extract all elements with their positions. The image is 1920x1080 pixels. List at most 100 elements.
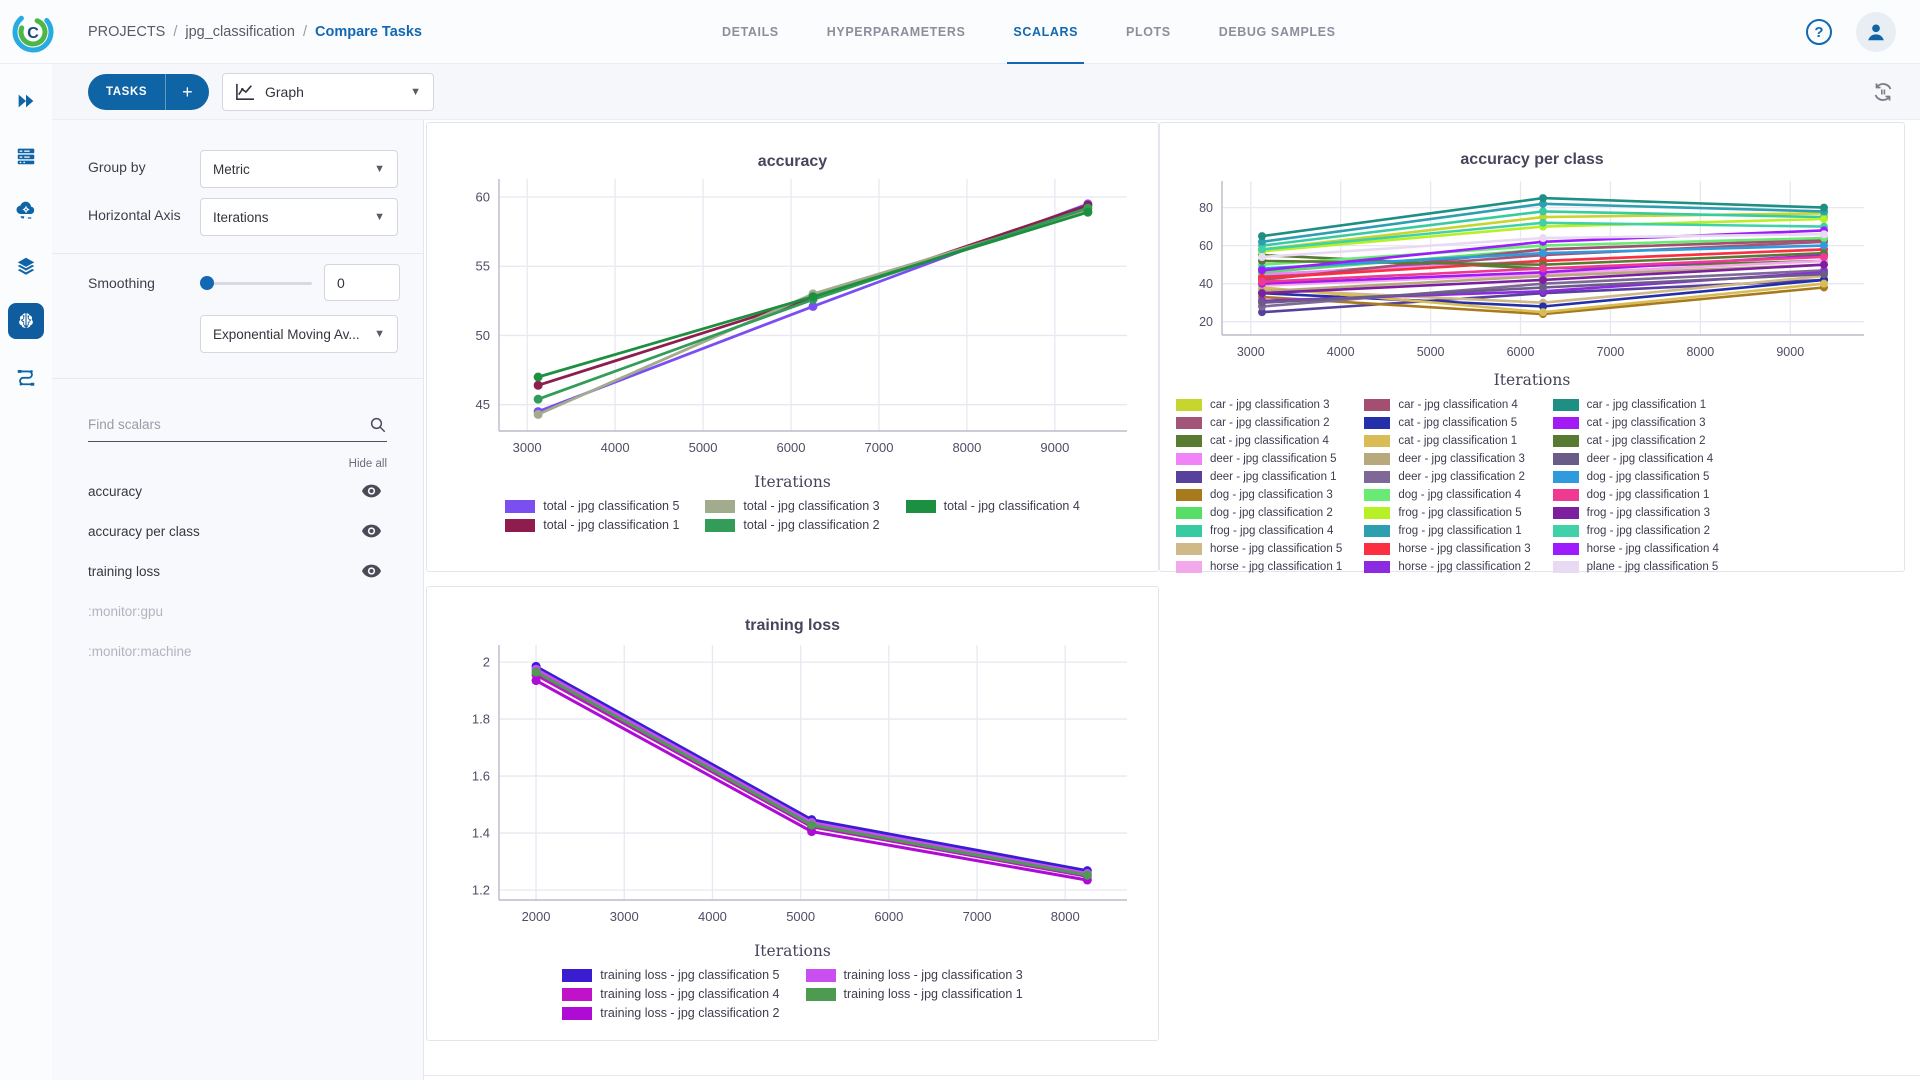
tab-plots[interactable]: PLOTS (1102, 0, 1195, 64)
breadcrumb-project[interactable]: jpg_classification (185, 24, 295, 40)
smoothing-value-input[interactable]: 0 (324, 264, 400, 301)
legend-label: total - jpg classification 2 (743, 518, 879, 532)
legend-item[interactable]: deer - jpg classification 1 (1176, 471, 1342, 483)
legend-label: deer - jpg classification 3 (1398, 453, 1525, 465)
legend-item[interactable]: plane - jpg classification 5 (1553, 561, 1719, 573)
auto-refresh-icon[interactable] (1868, 77, 1898, 107)
legend-item[interactable]: car - jpg classification 1 (1553, 399, 1719, 411)
metric-row-training-loss[interactable]: training loss (88, 559, 393, 583)
smoothing-slider-thumb[interactable] (200, 276, 214, 290)
breadcrumb-projects[interactable]: PROJECTS (88, 24, 165, 40)
svg-text:5000: 5000 (688, 440, 717, 455)
visibility-eye-icon[interactable] (362, 484, 381, 498)
legend-swatch (1553, 561, 1579, 573)
tab-scalars[interactable]: SCALARS (989, 0, 1102, 64)
legend-item[interactable]: total - jpg classification 2 (705, 518, 879, 532)
legend-item[interactable]: cat - jpg classification 1 (1364, 435, 1530, 447)
legend-swatch (562, 988, 592, 1001)
legend-item[interactable]: frog - jpg classification 2 (1553, 525, 1719, 537)
svg-text:1.2: 1.2 (471, 883, 489, 898)
tab-debug-samples[interactable]: DEBUG SAMPLES (1195, 0, 1360, 64)
legend-label: horse - jpg classification 2 (1398, 561, 1530, 573)
smoothing-slider[interactable] (200, 276, 312, 290)
add-task-button[interactable]: + (165, 74, 209, 110)
legend-item[interactable]: deer - jpg classification 3 (1364, 453, 1530, 465)
search-icon[interactable] (369, 416, 387, 434)
legend-item[interactable]: frog - jpg classification 1 (1364, 525, 1530, 537)
visibility-eye-icon[interactable] (362, 524, 381, 538)
metric-row-accuracy-per-class[interactable]: accuracy per class (88, 519, 393, 543)
accuracy-per-class-plot[interactable]: 204060803000400050006000700080009000 (1176, 169, 1888, 369)
legend-swatch (1176, 435, 1202, 447)
legend-swatch (505, 519, 535, 532)
legend-swatch (1364, 507, 1390, 519)
legend-item[interactable]: frog - jpg classification 4 (1176, 525, 1342, 537)
legend-item[interactable]: deer - jpg classification 2 (1364, 471, 1530, 483)
legend-item[interactable]: cat - jpg classification 4 (1176, 435, 1342, 447)
clearml-logo[interactable]: C (12, 11, 54, 53)
tab-hyperparameters[interactable]: HYPERPARAMETERS (803, 0, 990, 64)
legend-item[interactable]: cat - jpg classification 3 (1553, 417, 1719, 429)
tasks-button-label[interactable]: TASKS (88, 86, 165, 98)
legend-item[interactable]: training loss - jpg classification 2 (562, 1006, 779, 1020)
legend-item[interactable]: total - jpg classification 3 (705, 499, 879, 513)
chevron-down-icon: ▼ (374, 328, 385, 340)
legend-item[interactable]: horse - jpg classification 3 (1364, 543, 1530, 555)
projects-icon[interactable] (8, 303, 44, 339)
legend-item[interactable]: horse - jpg classification 5 (1176, 543, 1342, 555)
legend-item[interactable]: horse - jpg classification 1 (1176, 561, 1342, 573)
metric-row-accuracy[interactable]: accuracy (88, 479, 393, 503)
hide-all-link[interactable]: Hide all (349, 458, 387, 470)
legend-item[interactable]: total - jpg classification 5 (505, 499, 679, 513)
legend-item[interactable]: cat - jpg classification 5 (1364, 417, 1530, 429)
legend-item[interactable]: car - jpg classification 4 (1364, 399, 1530, 411)
legend-item[interactable]: training loss - jpg classification 4 (562, 987, 779, 1001)
legend-item[interactable]: dog - jpg classification 4 (1364, 489, 1530, 501)
accuracy-plot[interactable]: 455055603000400050006000700080009000 (443, 171, 1143, 471)
tab-details[interactable]: DETAILS (698, 0, 803, 64)
legend-swatch (1364, 453, 1390, 465)
datasets-icon[interactable] (8, 248, 44, 284)
legend-item[interactable]: cat - jpg classification 2 (1553, 435, 1719, 447)
legend-item[interactable]: deer - jpg classification 4 (1553, 453, 1719, 465)
expand-icon[interactable] (8, 83, 44, 119)
user-avatar[interactable] (1856, 12, 1896, 52)
legend-item[interactable]: horse - jpg classification 2 (1364, 561, 1530, 573)
training-loss-plot[interactable]: 1.21.41.61.82200030004000500060007000800… (443, 635, 1143, 940)
chart-title: accuracy per class (1160, 151, 1904, 169)
legend-swatch (1176, 399, 1202, 411)
legend-item[interactable]: total - jpg classification 4 (906, 499, 1080, 513)
legend-item[interactable]: dog - jpg classification 1 (1553, 489, 1719, 501)
legend-item[interactable]: dog - jpg classification 2 (1176, 507, 1342, 519)
legend-item[interactable]: car - jpg classification 2 (1176, 417, 1342, 429)
tasks-button[interactable]: TASKS + (88, 74, 209, 110)
legend-label: frog - jpg classification 1 (1398, 525, 1521, 537)
metric-label: :monitor:machine (88, 644, 192, 659)
legend-item[interactable]: total - jpg classification 1 (505, 518, 679, 532)
horizontal-axis-select[interactable]: Iterations▼ (200, 198, 398, 236)
legend-item[interactable]: dog - jpg classification 5 (1553, 471, 1719, 483)
pipelines-icon[interactable] (8, 358, 44, 394)
divider (52, 253, 423, 254)
legend-item[interactable]: training loss - jpg classification 3 (806, 968, 1023, 982)
legend-column: car - jpg classification 4 cat - jpg clas… (1364, 399, 1530, 575)
visibility-eye-icon[interactable] (362, 564, 381, 578)
legend-item[interactable]: training loss - jpg classification 5 (562, 968, 779, 982)
legend-item[interactable]: horse - jpg classification 4 (1553, 543, 1719, 555)
applications-icon[interactable] (8, 193, 44, 229)
find-scalars-input[interactable]: Find scalars (88, 408, 387, 442)
legend-item[interactable]: dog - jpg classification 3 (1176, 489, 1342, 501)
group-by-select[interactable]: Metric▼ (200, 150, 398, 188)
legend-item[interactable]: car - jpg classification 3 (1176, 399, 1342, 411)
legend-item[interactable]: frog - jpg classification 5 (1364, 507, 1530, 519)
svg-text:50: 50 (475, 328, 489, 343)
workers-queues-icon[interactable] (8, 138, 44, 174)
metric-row-monitor-machine[interactable]: :monitor:machine (88, 639, 393, 663)
legend-item[interactable]: training loss - jpg classification 1 (806, 987, 1023, 1001)
metric-row-monitor-gpu[interactable]: :monitor:gpu (88, 599, 393, 623)
view-mode-select[interactable]: Graph ▼ (222, 73, 434, 111)
legend-item[interactable]: frog - jpg classification 3 (1553, 507, 1719, 519)
help-icon[interactable]: ? (1806, 19, 1832, 45)
legend-item[interactable]: deer - jpg classification 5 (1176, 453, 1342, 465)
smoothing-type-select[interactable]: Exponential Moving Av...▼ (200, 315, 398, 353)
